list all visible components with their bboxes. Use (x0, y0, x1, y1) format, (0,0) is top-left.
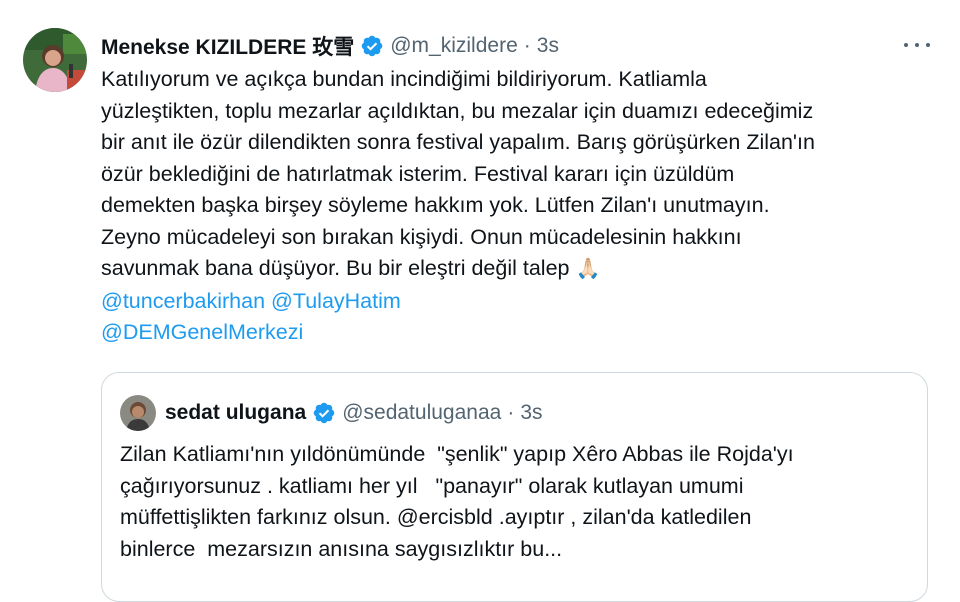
mention-link-tuncerbakirhan[interactable]: @tuncerbakirhan (101, 289, 265, 313)
author-handle[interactable]: @m_kizildere (390, 34, 518, 58)
author-display-name[interactable]: Menekse KIZILDERE 玫雪 (101, 31, 354, 61)
verified-badge-icon[interactable] (312, 401, 336, 425)
tweet-text-line: bir anıt ile özür dilendikten sonra fest… (101, 130, 815, 154)
quoted-tweet-text: Zilan Katliamı'nın yıldönümünde "şenlik"… (120, 439, 910, 565)
quoted-author-display-name[interactable]: sedat ulugana (165, 401, 306, 425)
verified-badge-icon[interactable] (360, 34, 384, 58)
tweet-text-line-last: savunmak bana düşüyor. Bu bir eleştri de… (101, 256, 570, 280)
mention-link-tulayhatim[interactable]: @TulayHatim (271, 289, 401, 313)
tweet-text-line: Katılıyorum ve açıkça bundan incindiğimi… (101, 67, 707, 91)
separator-dot: · (523, 34, 531, 57)
tweet[interactable]: Menekse KIZILDERE 玫雪 @m_kizildere · 3s K… (0, 0, 960, 602)
quoted-text-line: müffettişlikten farkınız olsun. @ercisbl… (120, 505, 752, 529)
quoted-tweet-timestamp[interactable]: 3s (520, 401, 542, 425)
mention-link-demgenelmerkezi[interactable]: @DEMGenelMerkezi (101, 320, 303, 344)
quoted-tweet[interactable]: sedat ulugana @sedatuluganaa · 3s Zilan … (101, 372, 928, 602)
quoted-text-line: Zilan Katliamı'nın yıldönümünde "şenlik"… (120, 442, 794, 466)
quoted-tweet-header: sedat ulugana @sedatuluganaa · 3s (165, 397, 543, 429)
mentions-line: @tuncerbakirhan @TulayHatim (101, 286, 931, 318)
tweet-text: Katılıyorum ve açıkça bundan incindiğimi… (101, 64, 931, 349)
author-avatar[interactable] (23, 28, 87, 92)
quoted-author-avatar[interactable] (120, 395, 156, 431)
tweet-text-line: yüzleştikten, toplu mezarlar açıldıktan,… (101, 98, 814, 123)
separator-dot: · (507, 401, 515, 424)
tweet-text-line: Zeyno mücadeleyi son bırakan kişiydi. On… (101, 224, 742, 249)
tweet-timestamp[interactable]: 3s (537, 34, 559, 58)
folded-hands-emoji: 🙏🏻 (575, 258, 601, 280)
mentions-line: @DEMGenelMerkezi (101, 317, 931, 349)
quoted-author-handle[interactable]: @sedatuluganaa (342, 401, 501, 425)
quoted-text-line: çağırıyorsunuz . katliamı her yıl "panay… (120, 473, 744, 498)
tweet-text-line: savunmak bana düşüyor. Bu bir eleştri de… (101, 253, 931, 286)
tweet-header: Menekse KIZILDERE 玫雪 @m_kizildere · 3s (101, 31, 930, 61)
quoted-text-line: binlerce mezarsızın anısına saygısızlıkt… (120, 536, 563, 561)
more-options-icon[interactable] (904, 34, 930, 56)
tweet-text-line: demekten başka birşey söyleme hakkım yok… (101, 193, 770, 217)
tweet-text-line: özür beklediğini de hatırlatmak isterim.… (101, 161, 735, 186)
